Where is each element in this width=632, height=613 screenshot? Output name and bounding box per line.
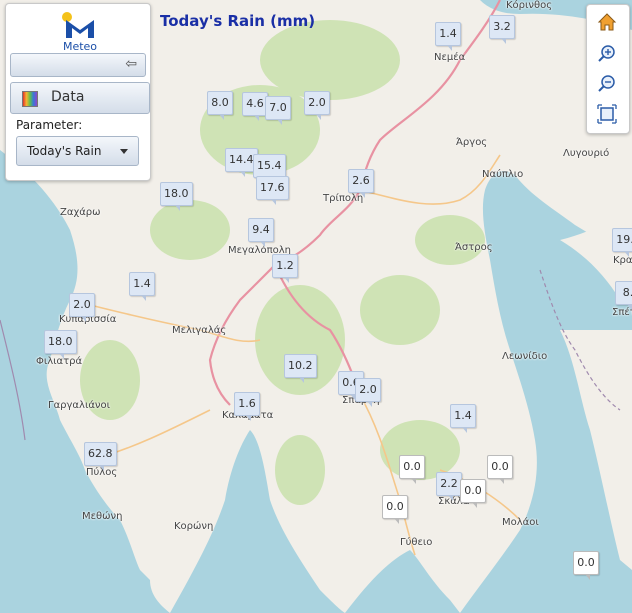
parameter-select[interactable]: Today's Rain [16, 136, 139, 166]
rain-marker[interactable]: 1.4 [450, 404, 476, 433]
collapse-arrow-icon: ⇦ [125, 56, 137, 72]
rain-marker[interactable]: 1.2 [272, 254, 298, 283]
place-label: Ναύπλιο [482, 169, 524, 180]
rain-marker[interactable]: 3.2 [489, 15, 515, 44]
rain-marker[interactable]: 2.0 [355, 378, 381, 407]
data-button-label: Data [51, 89, 85, 105]
rain-marker[interactable]: 8. [615, 281, 632, 310]
parameter-label: Parameter: [16, 118, 83, 132]
place-label: Άστρος [455, 242, 493, 253]
rain-marker[interactable]: 2.0 [304, 91, 330, 120]
zoom-out-icon [598, 75, 615, 92]
rain-marker[interactable]: 62.8 [84, 442, 117, 471]
rain-marker[interactable]: 7.0 [265, 96, 291, 125]
meteo-logo-icon [62, 12, 94, 38]
rain-marker[interactable]: 17.6 [256, 176, 289, 205]
zoom-extent-icon [597, 104, 617, 124]
place-label: Μελιγαλάς [172, 325, 227, 336]
place-label: Κρα [613, 255, 632, 266]
rain-marker[interactable]: 19. [612, 228, 632, 257]
rain-marker[interactable]: 15.4 [253, 154, 286, 183]
place-label: Λεωνίδιο [502, 351, 548, 362]
zoom-extent-button[interactable] [594, 101, 620, 127]
palette-icon [22, 91, 38, 107]
place-label: Κορώνη [174, 521, 214, 532]
zoom-out-button[interactable] [594, 71, 620, 97]
data-button[interactable]: Data [10, 82, 150, 114]
collapse-panel-button[interactable]: ⇦ [10, 53, 146, 77]
zoom-in-icon [598, 45, 615, 62]
rain-marker[interactable]: 2.0 [69, 293, 95, 322]
rain-marker[interactable]: 0.0 [382, 495, 408, 524]
rain-marker[interactable]: 8.0 [207, 91, 233, 120]
rain-marker[interactable]: 0.0 [487, 455, 513, 484]
rain-marker[interactable]: 9.4 [248, 218, 274, 247]
zoom-in-button[interactable] [594, 41, 620, 67]
rain-marker[interactable]: 18.0 [160, 182, 193, 211]
rain-marker[interactable]: 2.2 [436, 472, 462, 501]
rain-marker[interactable]: 1.6 [234, 392, 260, 421]
meteo-logo: Meteo [58, 10, 102, 53]
rain-marker[interactable]: 0.0 [460, 479, 486, 508]
place-label: Γαργαλιάνοι [48, 400, 111, 411]
rain-marker[interactable]: 1.4 [129, 272, 155, 301]
map-title: Today's Rain (mm) [160, 12, 316, 30]
rain-marker[interactable]: 1.4 [435, 22, 461, 51]
control-panel: Meteo ⇦ Data Parameter: Today's Rain [5, 3, 151, 181]
place-label: Άργος [456, 137, 488, 148]
place-label: Γύθειο [400, 537, 433, 548]
place-label: Μεθώνη [82, 511, 123, 522]
home-icon [597, 13, 617, 31]
map-toolbar [586, 4, 630, 134]
rain-marker[interactable]: 18.0 [44, 330, 77, 359]
rain-marker[interactable]: 0.0 [399, 455, 425, 484]
place-label: Νεμέα [434, 52, 466, 63]
place-label: Λυγουριό [563, 148, 610, 159]
place-label: Τρίπολη [323, 193, 364, 204]
parameter-select-value: Today's Rain [27, 144, 102, 158]
rain-marker[interactable]: 0.0 [573, 551, 599, 580]
rain-marker[interactable]: 2.6 [348, 169, 374, 198]
home-button[interactable] [594, 9, 620, 35]
place-label: Ζαχάρω [60, 207, 101, 218]
rain-marker[interactable]: 10.2 [284, 354, 317, 383]
place-label: Κόρινθος [506, 0, 553, 11]
logo-text: Meteo [62, 40, 98, 53]
place-label: Μολάοι [502, 517, 539, 528]
dropdown-caret-icon [120, 149, 128, 154]
